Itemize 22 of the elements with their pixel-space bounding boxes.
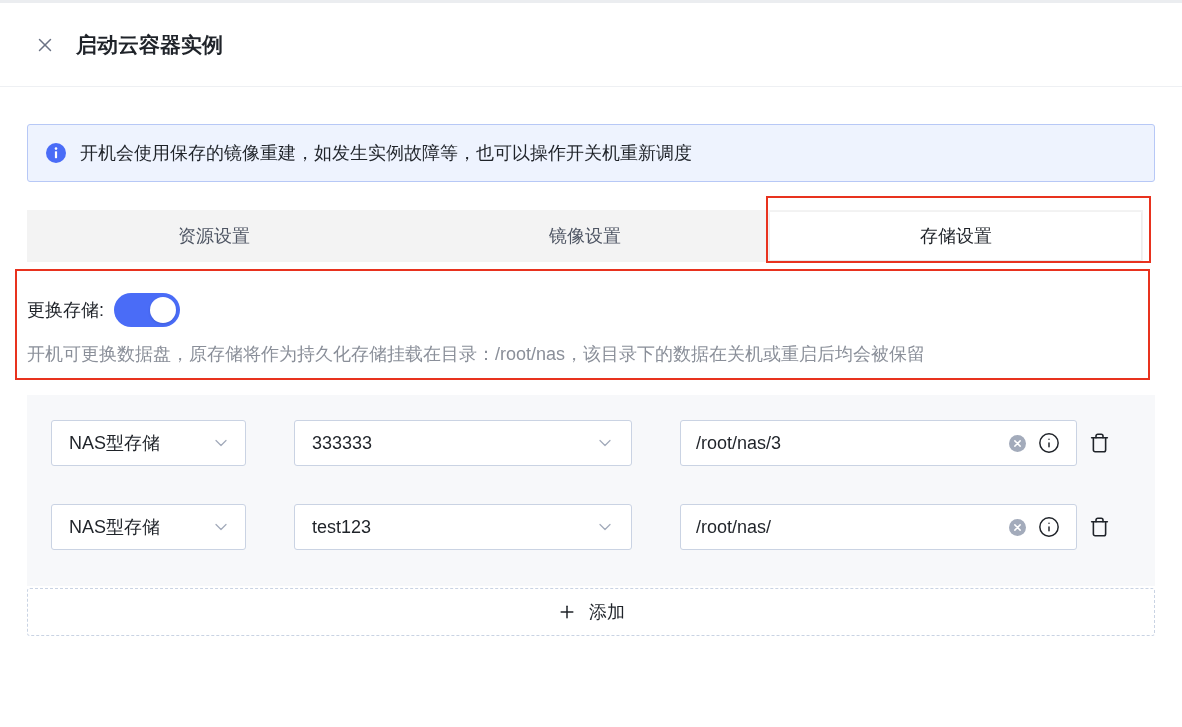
switch-description: 开机可更换数据盘，原存储将作为持久化存储挂载在目录：/root/nas，该目录下的数据在关机或重启后均会被保留 <box>27 343 927 366</box>
mount-path-field[interactable]: /root/nas/ <box>680 504 1077 550</box>
delete-button[interactable] <box>1089 515 1110 539</box>
trash-icon <box>1089 432 1110 454</box>
tab[interactable]: 镜像设置 <box>399 212 771 260</box>
delete-button[interactable] <box>1089 431 1110 455</box>
storage-source-select[interactable]: 333333 <box>294 420 632 466</box>
trash-icon <box>1089 516 1110 538</box>
info-icon[interactable] <box>1038 516 1060 538</box>
alert-message: 开机会使用保存的镜像重建，如发生实例故障等，也可以操作开关机重新调度 <box>80 141 692 165</box>
storage-type-select[interactable]: NAS型存储 <box>51 504 246 550</box>
tab[interactable]: 资源设置 <box>29 212 400 260</box>
add-button[interactable]: 添加 <box>27 588 1155 636</box>
switch-label: 更换存储: <box>27 298 104 322</box>
tab[interactable]: 存储设置 <box>770 212 1141 260</box>
info-icon <box>46 143 66 163</box>
storage-source-select[interactable]: test123 <box>294 504 632 550</box>
mount-path-field[interactable]: /root/nas/3 <box>680 420 1077 466</box>
dialog-title: 启动云容器实例 <box>76 31 223 58</box>
info-icon[interactable] <box>1038 432 1060 454</box>
toggle-switch[interactable] <box>114 293 180 327</box>
storage-type-select[interactable]: NAS型存储 <box>51 420 246 466</box>
